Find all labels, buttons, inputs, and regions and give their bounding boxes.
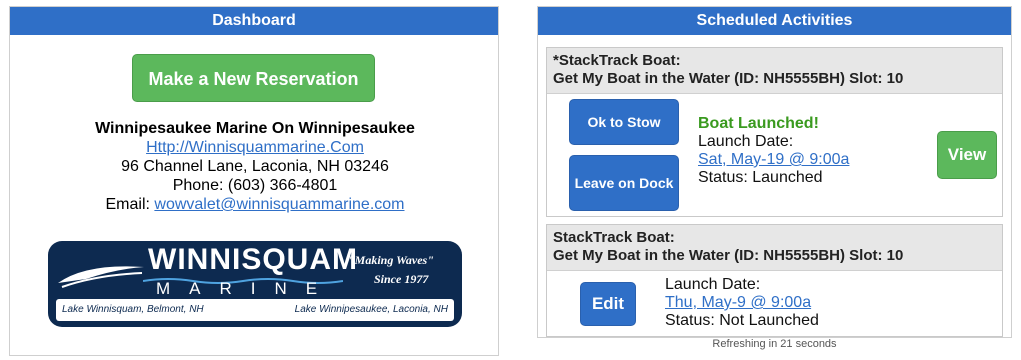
logo-location-bar: Lake Winnisquam, Belmont, NH Lake Winnip… xyxy=(56,299,454,321)
refresh-status: Refreshing in 21 seconds xyxy=(712,338,837,350)
marina-contact: Winnipesaukee Marine On Winnipesaukee Ht… xyxy=(10,119,500,214)
logo-word-winnisquam: WINNISQUAM xyxy=(148,243,358,276)
boat-swoosh-icon xyxy=(58,266,144,288)
logo-location-left: Lake Winnisquam, Belmont, NH xyxy=(62,304,204,315)
refresh-area: Refreshing in 21 seconds xyxy=(537,0,1012,360)
logo-tagline: "Making Waves" xyxy=(348,253,434,267)
marina-name: Winnipesaukee Marine On Winnipesaukee xyxy=(95,120,415,137)
email-row: Email: wowvalet@winnisquammarine.com xyxy=(10,195,500,214)
dashboard-header: Dashboard xyxy=(10,7,498,35)
website-link[interactable]: Http://Winnisquammarine.Com xyxy=(146,139,364,156)
dashboard-panel: Dashboard Make a New Reservation Winnipe… xyxy=(9,6,499,356)
new-reservation-button[interactable]: Make a New Reservation xyxy=(132,54,375,102)
logo-location-right: Lake Winnipesaukee, Laconia, NH xyxy=(294,304,448,315)
logo-since: Since 1977 xyxy=(374,272,429,286)
marina-phone: Phone: (603) 366-4801 xyxy=(172,177,338,194)
email-label: Email: xyxy=(105,196,155,213)
email-link[interactable]: wowvalet@winnisquammarine.com xyxy=(154,196,404,213)
marina-logo: WINNISQUAM MARINE "Making Waves" Since 1… xyxy=(48,241,462,327)
marina-address: 96 Channel Lane, Laconia, NH 03246 xyxy=(121,158,389,175)
logo-word-marine: MARINE xyxy=(156,279,337,298)
